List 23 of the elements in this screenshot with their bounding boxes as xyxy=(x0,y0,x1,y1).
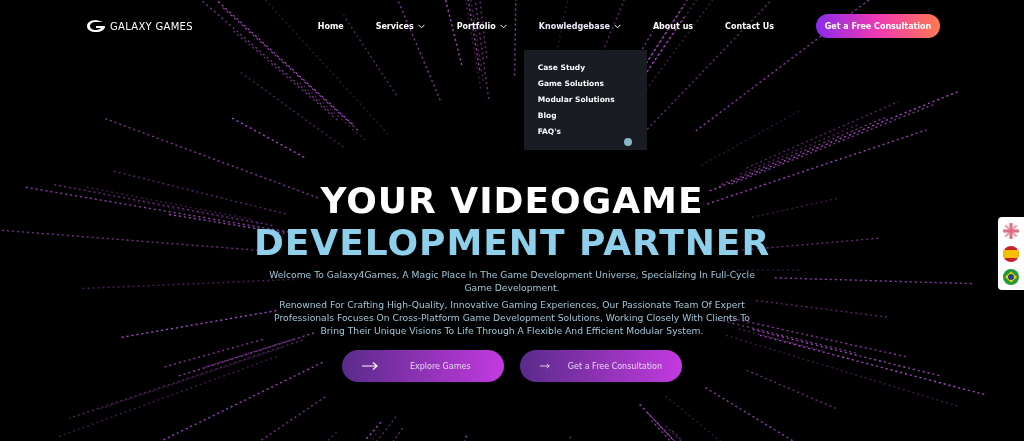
scroll-dot-icon xyxy=(623,137,632,146)
logo-icon xyxy=(86,19,106,33)
brazil-flag-icon[interactable] xyxy=(1003,268,1019,285)
nav-link[interactable]: Services xyxy=(359,21,441,31)
spain-flag-icon[interactable] xyxy=(1003,245,1019,262)
hero-title: DEVELOPMENT PARTNER xyxy=(253,222,771,264)
nav-link[interactable]: Home xyxy=(301,21,360,31)
nav-link[interactable]: Contact Us xyxy=(709,21,790,31)
consultation-button[interactable]: Get a Free Consultation xyxy=(816,14,940,38)
chevron-icon xyxy=(499,23,507,29)
chevron-icon xyxy=(613,23,621,29)
hero-paragraph: Welcome To Galaxy4Games, A Magic Place In The Game Development Universe, Specializing In Full-Cycle Game Development. xyxy=(268,268,756,294)
hero-title: YOUR VIDEOGAME xyxy=(320,180,704,222)
nav-link[interactable]: About us xyxy=(636,21,710,31)
nav-link[interactable]: Knowledgebase xyxy=(522,21,637,31)
nav-link[interactable]: Portfolio xyxy=(440,21,523,31)
hero-paragraph: Renowned For Crafting High-Quality, Innovative Gaming Experiences, Our Passionate Team Of Expert Professionals Focuses On Cross-Platform Game Development Solutions, Working Closely With Clients To Bring Their Unique Visions To Life Through A Flexible And Efficient Modular System. xyxy=(273,298,751,337)
hero-button[interactable]: Explore Games xyxy=(342,350,504,382)
logo-text: GALAXY GAMES xyxy=(110,20,193,32)
arrow-icon xyxy=(362,362,378,370)
hero-button[interactable]: Get a Free Consultation xyxy=(520,350,682,382)
chevron-icon xyxy=(417,23,425,29)
arrow-icon xyxy=(540,362,550,370)
